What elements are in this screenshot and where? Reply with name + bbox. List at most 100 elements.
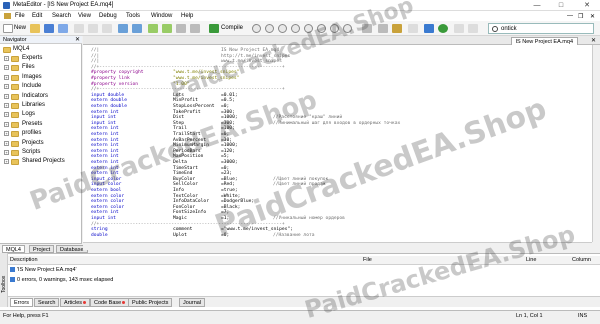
paste-icon[interactable] — [102, 24, 112, 33]
outdent-icon[interactable] — [162, 24, 172, 33]
close-icon[interactable]: ✕ — [576, 0, 598, 11]
menu-search[interactable]: Search — [52, 13, 71, 19]
profiler-icon[interactable] — [362, 24, 372, 33]
folder-icon — [11, 74, 19, 81]
tree-item[interactable]: + Projects — [0, 139, 82, 148]
undo-icon[interactable] — [118, 24, 128, 33]
open-folder-icon[interactable] — [30, 24, 40, 33]
tab-articles[interactable]: Articles — [60, 298, 91, 307]
save-all-icon[interactable] — [58, 24, 68, 33]
tab-journal[interactable]: Journal — [179, 298, 206, 307]
compile-button-label[interactable]: Compile — [221, 25, 243, 31]
column-line[interactable]: Line — [526, 257, 536, 263]
tree-item[interactable]: + Images — [0, 73, 82, 82]
column-column[interactable]: Column — [572, 257, 591, 263]
vertical-scrollbar[interactable] — [592, 45, 600, 242]
cut-icon[interactable] — [74, 24, 84, 33]
code-editor[interactable]: //| IS New Project EA.mq4//| http://t.me/i… — [83, 45, 592, 242]
expand-icon[interactable]: + — [4, 112, 9, 118]
tree-item[interactable]: + Files — [0, 63, 82, 72]
mdi-minimize-icon[interactable]: — — [567, 13, 573, 19]
tree-item[interactable]: + Presets — [0, 120, 82, 129]
expand-icon[interactable]: + — [4, 131, 9, 137]
dropdown-icon[interactable] — [468, 24, 478, 33]
table-row[interactable]: 0 errors, 0 warnings, 143 msec elapsed — [10, 277, 113, 283]
tab-errors[interactable]: Errors — [10, 298, 33, 307]
tile-icon[interactable] — [378, 24, 388, 33]
tree-item-label: profiles — [22, 130, 42, 137]
expand-icon[interactable]: + — [4, 74, 9, 80]
column-description[interactable]: Description — [10, 257, 38, 263]
code-comment: //Цвет линий продаж — [273, 182, 326, 188]
tree-item[interactable]: + Libraries — [0, 101, 82, 110]
step-into-icon[interactable] — [304, 24, 313, 33]
pause-icon[interactable] — [278, 24, 287, 33]
tree-item[interactable]: + profiles — [0, 129, 82, 138]
navigator-icon[interactable] — [392, 24, 402, 33]
tree-item[interactable]: + Include — [0, 82, 82, 91]
redo-icon[interactable] — [132, 24, 142, 33]
tab-close-icon[interactable]: ✕ — [591, 37, 596, 44]
menu-window[interactable]: Window — [151, 13, 172, 19]
tab-public-projects[interactable]: Public Projects — [128, 298, 173, 307]
comment-icon[interactable] — [176, 24, 186, 33]
tab-mql4[interactable]: MQL4 — [2, 245, 25, 253]
help-icon[interactable] — [454, 24, 464, 33]
expand-icon[interactable]: + — [4, 93, 9, 99]
expand-icon[interactable]: + — [4, 65, 9, 71]
expand-icon[interactable]: + — [4, 159, 9, 165]
terminal-icon[interactable] — [424, 24, 434, 33]
expand-icon[interactable]: + — [4, 103, 9, 108]
mdi-restore-icon[interactable]: ❐ — [578, 13, 583, 20]
step-out-icon[interactable] — [330, 24, 339, 33]
copy-icon[interactable] — [88, 24, 98, 33]
stop-icon[interactable] — [291, 24, 300, 33]
column-file[interactable]: File — [363, 257, 372, 263]
start-history-icon[interactable] — [265, 24, 274, 33]
close-icon[interactable]: ✕ — [75, 36, 80, 44]
tab-code-base[interactable]: Code Base — [90, 298, 130, 307]
new-button-label[interactable]: New — [14, 25, 26, 31]
menu-view[interactable]: View — [78, 13, 91, 19]
bookmark-icon[interactable] — [190, 24, 200, 33]
expand-icon[interactable]: + — [4, 84, 9, 90]
maximize-icon[interactable]: □ — [550, 0, 572, 11]
menu-help[interactable]: Help — [181, 13, 193, 19]
expand-icon[interactable]: + — [4, 140, 9, 146]
tree-item[interactable]: + Logs — [0, 110, 82, 119]
horizontal-scrollbar[interactable] — [83, 242, 592, 250]
expand-icon[interactable]: + — [4, 150, 9, 155]
tree-item[interactable]: + Shared Projects — [0, 157, 82, 166]
metaeditor-app-icon — [3, 2, 10, 9]
indent-icon[interactable] — [148, 24, 158, 33]
toolbox-icon[interactable] — [408, 24, 418, 33]
expand-icon[interactable]: + — [4, 121, 9, 127]
start-debug-icon[interactable] — [252, 24, 261, 33]
tree-item-label: Logs — [22, 111, 36, 118]
table-row[interactable]: 'IS New Project EA.mq4' — [10, 267, 77, 273]
tree-item[interactable]: + Scripts — [0, 148, 82, 157]
new-file-icon[interactable] — [3, 24, 13, 33]
breakpoint-icon[interactable] — [343, 24, 352, 33]
expand-icon[interactable]: + — [4, 56, 9, 61]
search-input[interactable]: ontick — [488, 23, 594, 34]
menu-file[interactable]: File — [15, 13, 25, 19]
toolbox-tabs: Errors Search Articles Code Base Public … — [8, 296, 600, 307]
menu-debug[interactable]: Debug — [99, 13, 117, 19]
minimize-icon[interactable]: — — [526, 0, 548, 11]
menu-tools[interactable]: Tools — [126, 13, 140, 19]
tree-item[interactable]: + Indicators — [0, 92, 82, 101]
compile-icon[interactable] — [209, 24, 219, 33]
tab-project[interactable]: Project — [29, 245, 55, 253]
tree-root-mql4[interactable]: MQL4 — [0, 45, 82, 54]
mdi-close-icon[interactable]: ✕ — [590, 13, 595, 20]
market-icon[interactable] — [438, 24, 448, 33]
step-over-icon[interactable] — [317, 24, 326, 33]
document-tab[interactable]: IS New Project EA.mq4 — [510, 37, 578, 45]
tree-item[interactable]: + Experts — [0, 54, 82, 63]
notification-dot-icon — [83, 301, 87, 305]
toolbox-table-header: Description File Line Column — [8, 256, 600, 265]
tab-search[interactable]: Search — [34, 298, 60, 307]
menu-edit[interactable]: Edit — [32, 13, 42, 19]
save-icon[interactable] — [44, 24, 54, 33]
